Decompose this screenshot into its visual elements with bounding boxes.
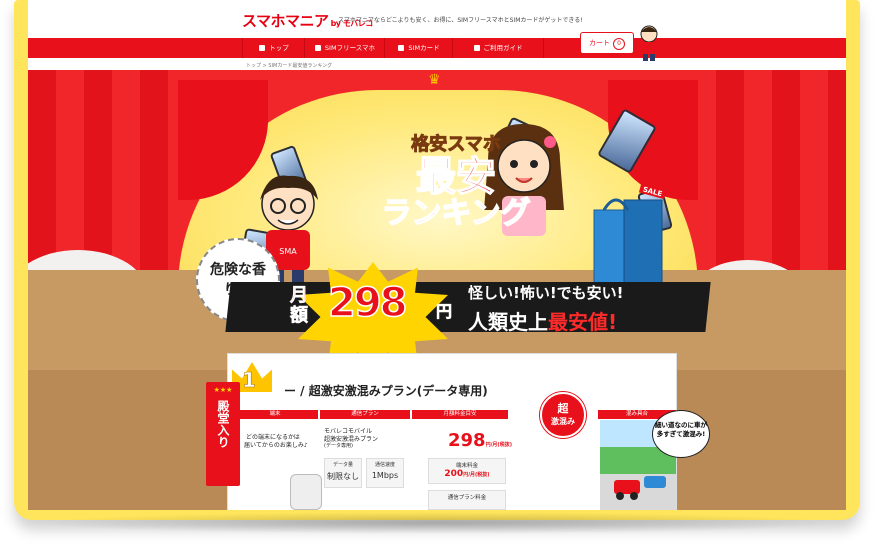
mascot-icon [640, 25, 658, 61]
bg-stripe [140, 70, 168, 290]
slogan-highlight: 最安値! [548, 310, 618, 334]
plan-note: (データ専用) [324, 443, 353, 449]
nav-label: ご利用ガイド [483, 44, 523, 52]
device-fee: 200円/月(税抜) [429, 469, 505, 479]
breadcrumb[interactable]: トップ > SIMカード最安値ランキング [246, 62, 332, 69]
monthly-price-value: 298 [448, 430, 486, 451]
nav-item-guide[interactable]: ご利用ガイド [452, 38, 544, 58]
main-nav: トップ SIMフリースマホ SIMカード ご利用ガイド [28, 38, 846, 58]
hall-of-fame-badge: ★★★ 殿堂入り [206, 382, 240, 486]
slogan-text: 人類史上 [468, 310, 548, 334]
speech-bubble: 細い道なのに車が多すぎて激混み! [652, 410, 710, 458]
nav-item-sim-card[interactable]: SIMカード [384, 38, 453, 58]
home-icon [259, 45, 266, 51]
column-header-plan: 通信プラン [320, 410, 410, 419]
hall-stars: ★★★ [213, 386, 233, 394]
shopping-bag-image: SALE [593, 180, 668, 289]
device-fee-label: 端末料金 [455, 463, 478, 469]
monthly-price: 298円/月(税抜) [448, 430, 512, 451]
data-capacity-value: 制限なし [327, 472, 359, 481]
data-capacity-box: データ量 制限なし [324, 458, 362, 488]
speed-label: 通信速度 [374, 462, 395, 468]
device-fee-value: 200 [444, 469, 464, 479]
price-unit: 円 [436, 302, 453, 322]
title-sub: 格安スマホ [411, 134, 501, 156]
nav-item-sim-free-phone[interactable]: SIMフリースマホ [304, 38, 385, 58]
congestion-stamp: 超 激混み [540, 392, 586, 438]
column-header-device: 端末 [232, 410, 318, 419]
landing-page: スマホマニア by モバレコ スマホマニアならどこよりも安く、お得に、SIMフリー… [28, 0, 846, 510]
monthly-price-unit: 円/月(税抜) [485, 442, 512, 448]
frame-shadow [30, 512, 844, 534]
title-main: 最安 [415, 154, 497, 200]
device-fee-box: 端末料金 200円/月(税抜) [428, 458, 506, 484]
device-text-2: 届いてからのお楽しみ♪ [244, 442, 308, 449]
nav-label: SIMカード [408, 44, 440, 52]
bg-stripe [716, 70, 744, 290]
nav-label: SIMフリースマホ [324, 44, 376, 52]
stamp-line-2: 激混み [551, 417, 575, 426]
stamp-line-1: 超 [557, 402, 569, 415]
site-header: スマホマニア by モバレコ スマホマニアならどこよりも安く、お得に、SIMフリー… [28, 0, 846, 38]
mystery-phone-image [290, 474, 322, 510]
rank-number: 1 [242, 368, 257, 393]
title-ranking: ランキング [381, 196, 532, 231]
bg-stripe [828, 70, 846, 290]
cart-button[interactable]: カート 0 [580, 32, 634, 54]
plan-fee-box: 通信プラン料金 [428, 490, 506, 510]
column-header-price: 月額料金目安 [412, 410, 508, 419]
nav-label: トップ [269, 44, 289, 52]
cart-count-badge: 0 [613, 38, 625, 50]
site-tagline: スマホマニアならどこよりも安く、お得に、SIMフリースマホとSIMカードがゲット… [338, 17, 583, 24]
device-fee-unit: 円/月(税抜) [463, 472, 490, 478]
slogan-line-2: 人類史上最安値! [468, 306, 617, 335]
speed-box: 通信速度 1Mbps [366, 458, 404, 488]
rank-title[interactable]: ー / 超激安激混みプラン(データ専用) [284, 382, 488, 399]
price-value: 298 [327, 279, 408, 327]
hall-of-fame-text: 殿堂入り [216, 400, 230, 448]
cart-label: カート [589, 39, 610, 47]
sim-card-icon [398, 45, 405, 51]
plan-fee-label: 通信プラン料金 [447, 495, 487, 501]
price-label: 月額 [290, 285, 309, 326]
slogan-line-1: 怪しい!怖い!でも安い! [468, 284, 624, 302]
shirt-text: SMA [279, 247, 297, 256]
crown-icon: ♛ [428, 72, 441, 88]
nav-item-top[interactable]: トップ [242, 38, 305, 58]
phone-icon [314, 45, 321, 51]
hero-title: 格安スマホ 最安 ランキング [346, 130, 566, 231]
logo-text: スマホマニア [242, 12, 329, 30]
speed-value: 1Mbps [371, 471, 399, 480]
data-capacity-label: データ量 [332, 462, 353, 468]
guide-icon [473, 45, 480, 51]
bg-stripe [772, 70, 800, 290]
